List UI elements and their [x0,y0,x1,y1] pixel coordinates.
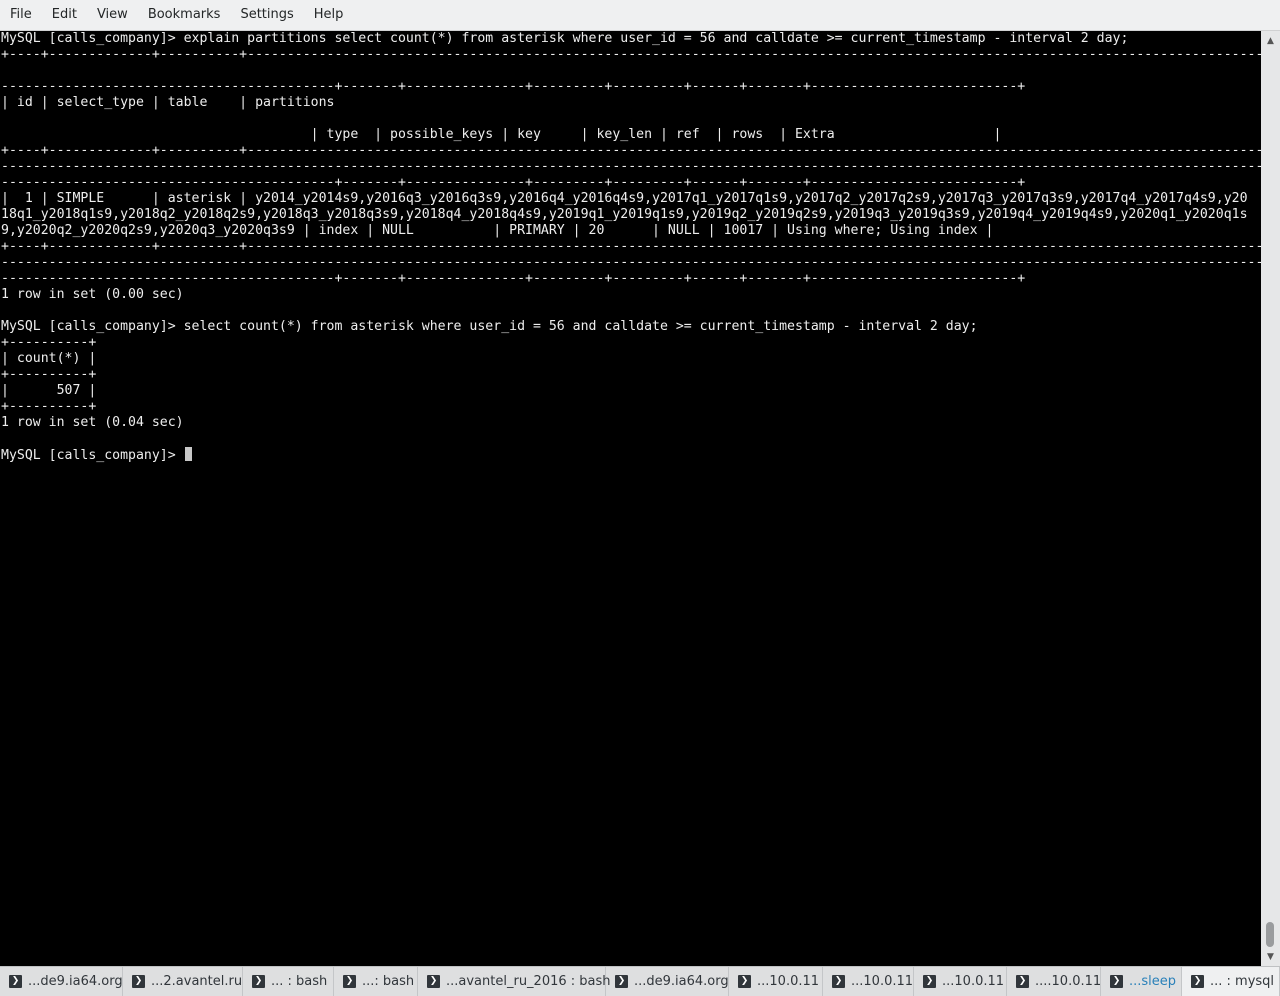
session-tab-label: ... : mysql [1210,974,1275,989]
terminal-icon: ❯ [615,975,628,988]
session-tab-label: ...10.0.11 [757,974,820,989]
session-tab[interactable]: ❯ ...: bash [334,967,418,996]
session-tab-label: ....10.0.11 [1035,974,1102,989]
terminal-line: 9,y2020q2_y2020q2s9,y2020q3_y2020q3s9 | … [1,223,994,238]
terminal-prompt: MySQL [calls_company]> [1,448,184,463]
scroll-up-arrow-icon[interactable]: ▲ [1261,33,1280,49]
terminal-line: MySQL [calls_company]> explain partition… [1,31,1129,46]
menu-bar: File Edit View Bookmarks Settings Help [0,0,1280,31]
terminal-line: | count(*) | [1,351,97,366]
scroll-down-arrow-icon[interactable]: ▼ [1261,949,1280,965]
terminal-icon: ❯ [343,975,356,988]
session-tab-label: ... : bash [271,974,328,989]
terminal-icon: ❯ [9,975,22,988]
terminal-line: +----------+ [1,367,97,382]
menu-edit[interactable]: Edit [42,0,87,30]
terminal-line: | 1 | SIMPLE | asterisk | y2014_y2014s9,… [1,191,1248,206]
session-tab[interactable]: ❯ ...2.avantel.ru [123,967,243,996]
terminal-line: | type | possible_keys | key | key_len |… [1,127,1002,142]
session-tab[interactable]: ❯ ...10.0.11 [914,967,1007,996]
terminal-line: +----+-------------+----------+---------… [1,47,1261,62]
text-cursor [184,447,192,461]
session-tab-activity[interactable]: ❯ ...sleep [1101,967,1182,996]
session-tab[interactable]: ❯ ...avantel_ru_2016 : bash [418,967,611,996]
terminal-icon: ❯ [1110,975,1123,988]
session-tab-label: ...: bash [362,974,415,989]
terminal-icon: ❯ [923,975,936,988]
session-tab[interactable]: ❯ ...de9.ia64.org [0,967,123,996]
session-tab-active[interactable]: ❯ ... : mysql [1182,967,1280,996]
session-tab[interactable]: ❯ ...10.0.11 [823,967,914,996]
terminal-icon: ❯ [1191,975,1204,988]
terminal-line: ----------------------------------------… [1,79,1026,94]
terminal-prompt-line: MySQL [calls_company]> [1,447,192,463]
terminal-line: ----------------------------------------… [1,255,1261,270]
menu-view[interactable]: View [87,0,138,30]
scrollbar-thumb[interactable] [1266,922,1274,947]
terminal-line: +----+-------------+----------+---------… [1,143,1261,158]
session-tab-bar: ❯ ...de9.ia64.org ❯ ...2.avantel.ru ❯ ..… [0,966,1280,996]
session-tab[interactable]: ❯ ... : bash [243,967,334,996]
session-tab[interactable]: ❯ ....10.0.11 [1007,967,1101,996]
terminal-icon: ❯ [738,975,751,988]
terminal-line: ----------------------------------------… [1,175,1026,190]
terminal-line: 1 row in set (0.04 sec) [1,415,184,430]
terminal-line: ----------------------------------------… [1,159,1261,174]
terminal-icon: ❯ [132,975,145,988]
session-tab-label: ...10.0.11 [942,974,1005,989]
session-tab-label: ...2.avantel.ru [151,974,243,989]
terminal-line: ----------------------------------------… [1,271,1026,286]
session-tab-label: ...de9.ia64.org [634,974,729,989]
terminal-line: +----------+ [1,335,97,350]
session-tab-label: ...avantel_ru_2016 : bash [446,974,611,989]
session-tab[interactable]: ❯ ...de9.ia64.org [606,967,729,996]
terminal-line: | 507 | [1,383,97,398]
session-tab-label: ...10.0.11 [851,974,914,989]
terminal-line: +----+-------------+----------+---------… [1,239,1261,254]
terminal-icon: ❯ [1016,975,1029,988]
menu-bookmarks[interactable]: Bookmarks [138,0,231,30]
terminal-icon: ❯ [832,975,845,988]
terminal-icon: ❯ [252,975,265,988]
menu-settings[interactable]: Settings [230,0,303,30]
terminal-line: +----------+ [1,399,97,414]
session-tab[interactable]: ❯ ...10.0.11 [729,967,823,996]
terminal-line: 1 row in set (0.00 sec) [1,287,184,302]
terminal-output[interactable]: MySQL [calls_company]> explain partition… [0,31,1261,966]
terminal-icon: ❯ [427,975,440,988]
terminal-line: 18q1_y2018q1s9,y2018q2_y2018q2s9,y2018q3… [1,207,1248,222]
session-tab-label: ...sleep [1129,974,1177,989]
terminal-scrollbar[interactable]: ▲ ▼ [1261,31,1280,966]
terminal-line: | id | select_type | table | partitions [1,95,335,110]
terminal-line: MySQL [calls_company]> select count(*) f… [1,319,978,334]
session-tab-label: ...de9.ia64.org [28,974,123,989]
menu-file[interactable]: File [0,0,42,30]
menu-help[interactable]: Help [304,0,354,30]
